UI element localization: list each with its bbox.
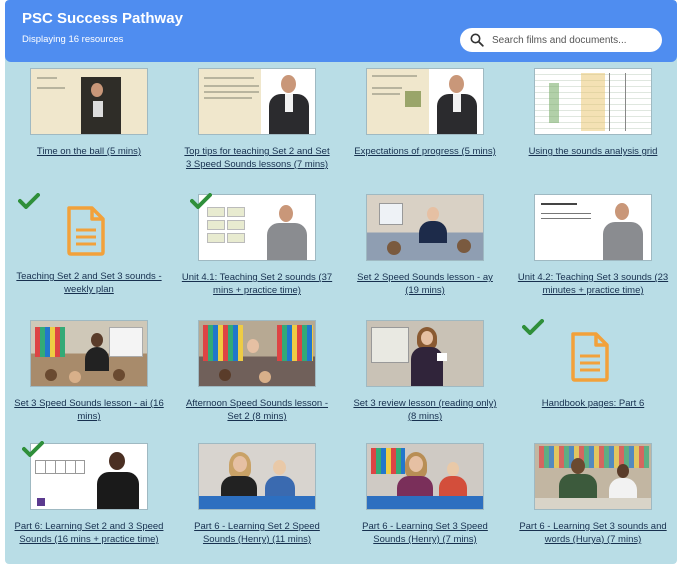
resource-link[interactable]: Time on the ball (5 mins) [13,145,165,158]
checkmark-icon [190,193,212,209]
video-thumbnail[interactable] [366,443,484,510]
video-thumbnail[interactable] [198,320,316,387]
resource-card[interactable]: Handbook pages: Part 6 [509,318,677,441]
resource-card[interactable]: Unit 4.1: Teaching Set 2 sounds (37 mins… [173,192,341,318]
video-thumbnail[interactable] [366,68,484,135]
resource-card[interactable]: Unit 4.2: Teaching Set 3 sounds (23 minu… [509,192,677,318]
checkmark-icon [18,193,40,209]
video-thumbnail[interactable] [198,194,316,261]
resource-card[interactable]: Teaching Set 2 and Set 3 sounds - weekly… [5,192,173,318]
document-icon [67,206,105,256]
resource-card[interactable]: Top tips for teaching Set 2 and Set 3 Sp… [173,66,341,192]
resource-link[interactable]: Teaching Set 2 and Set 3 sounds - weekly… [13,270,165,296]
resource-link[interactable]: Set 3 Speed Sounds lesson - ai (16 mins) [13,397,165,423]
resource-card[interactable]: Set 2 Speed Sounds lesson - ay (19 mins) [341,192,509,318]
resource-card[interactable]: Afternoon Speed Sounds lesson - Set 2 (8… [173,318,341,441]
resource-card[interactable]: Using the sounds analysis grid [509,66,677,192]
search-placeholder: Search films and documents... [492,34,627,46]
document-icon [571,332,609,382]
resource-link[interactable]: Set 2 Speed Sounds lesson - ay (19 mins) [349,271,501,297]
video-thumbnail[interactable] [30,320,148,387]
resource-card[interactable]: Part 6: Learning Set 2 and 3 Speed Sound… [5,441,173,564]
resource-card[interactable]: Expectations of progress (5 mins) [341,66,509,192]
resource-card[interactable]: Part 6 - Learning Set 3 sounds and words… [509,441,677,564]
search-input[interactable]: Search films and documents... [460,28,662,52]
checkmark-icon [522,319,544,335]
video-thumbnail[interactable] [534,194,652,261]
video-thumbnail[interactable] [30,68,148,135]
video-thumbnail[interactable] [366,320,484,387]
resource-card[interactable]: Part 6 - Learning Set 2 Speed Sounds (He… [173,441,341,564]
resource-count: Displaying 16 resources [22,34,124,45]
search-icon [470,33,484,47]
page-frame: PSC Success Pathway Displaying 16 resour… [5,0,677,564]
resource-link[interactable]: Using the sounds analysis grid [517,145,669,158]
resource-grid: Time on the ball (5 mins) Top tips for t… [5,66,677,564]
page-title: PSC Success Pathway [22,10,183,27]
resource-link[interactable]: Part 6 - Learning Set 3 Speed Sounds (He… [349,520,501,546]
resource-link[interactable]: Unit 4.2: Teaching Set 3 sounds (23 minu… [517,271,669,297]
video-thumbnail[interactable] [366,194,484,261]
resource-link[interactable]: Expectations of progress (5 mins) [349,145,501,158]
resource-link[interactable]: Handbook pages: Part 6 [517,397,669,410]
header-bar: PSC Success Pathway Displaying 16 resour… [5,0,677,62]
resource-link[interactable]: Part 6 - Learning Set 2 Speed Sounds (He… [181,520,333,546]
resource-link[interactable]: Unit 4.1: Teaching Set 2 sounds (37 mins… [181,271,333,297]
video-thumbnail[interactable] [198,68,316,135]
resource-link[interactable]: Set 3 review lesson (reading only) (8 mi… [349,397,501,423]
document-thumbnail[interactable] [534,68,652,135]
video-thumbnail[interactable] [30,443,148,510]
resource-link[interactable]: Part 6 - Learning Set 3 sounds and words… [517,520,669,546]
checkmark-icon [22,441,44,457]
resource-card[interactable]: Set 3 review lesson (reading only) (8 mi… [341,318,509,441]
resource-card[interactable]: Time on the ball (5 mins) [5,66,173,192]
resource-link[interactable]: Afternoon Speed Sounds lesson - Set 2 (8… [181,397,333,423]
video-thumbnail[interactable] [198,443,316,510]
video-thumbnail[interactable] [534,443,652,510]
resource-card[interactable]: Set 3 Speed Sounds lesson - ai (16 mins) [5,318,173,441]
resource-card[interactable]: Part 6 - Learning Set 3 Speed Sounds (He… [341,441,509,564]
resource-link[interactable]: Top tips for teaching Set 2 and Set 3 Sp… [181,145,333,171]
resource-link[interactable]: Part 6: Learning Set 2 and 3 Speed Sound… [13,520,165,546]
